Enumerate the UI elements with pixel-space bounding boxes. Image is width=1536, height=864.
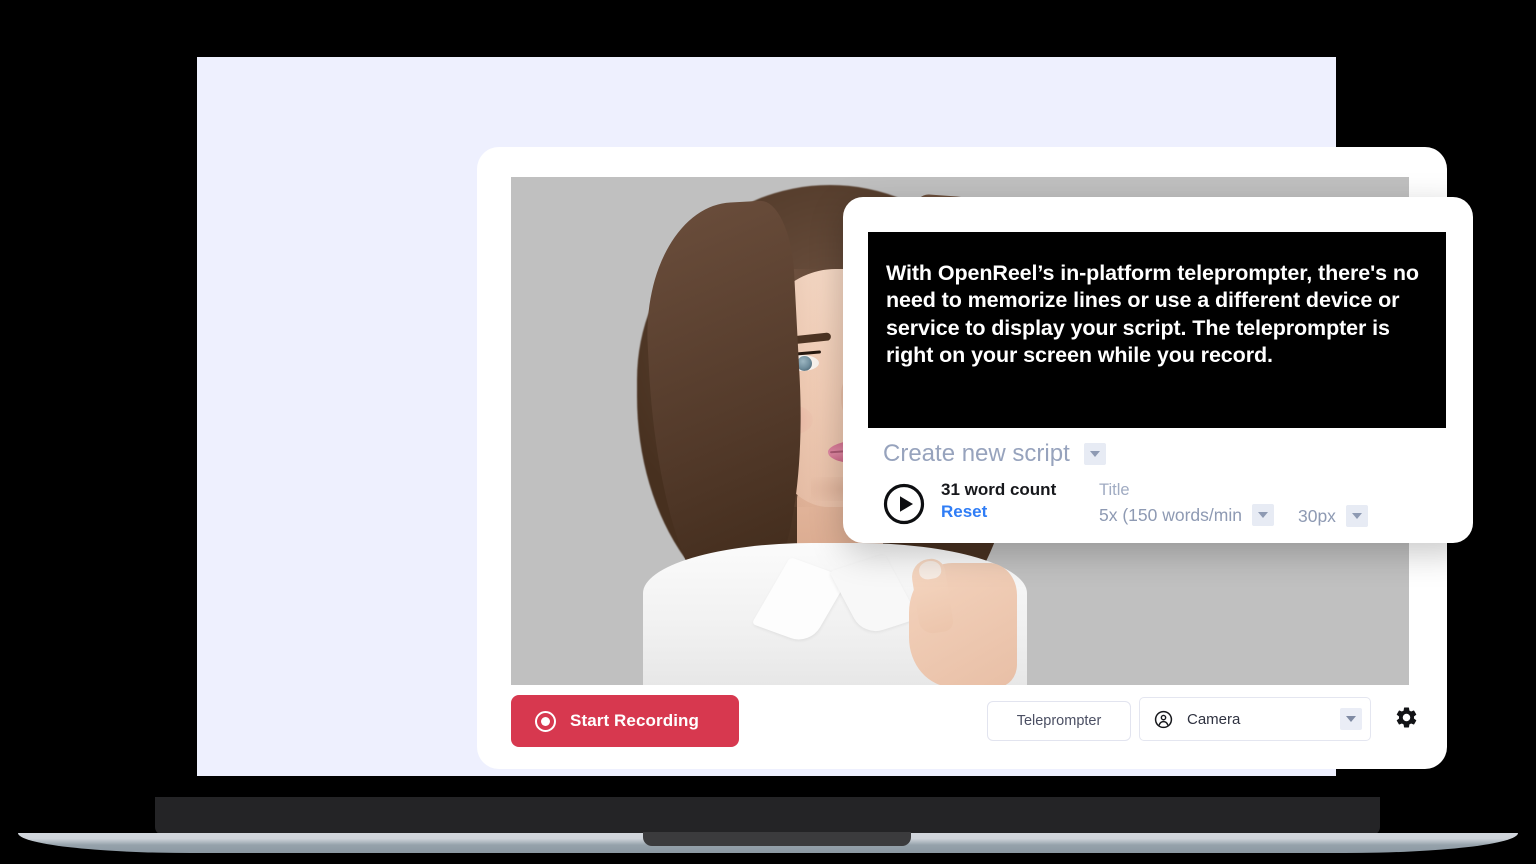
speed-select-block: Title 5x (150 words/min — [1099, 479, 1274, 527]
reset-link[interactable]: Reset — [941, 501, 1091, 523]
teleprompter-panel: With OpenReel’s in-platform teleprompter… — [843, 197, 1473, 543]
speed-select-chevron-down-icon[interactable] — [1251, 504, 1274, 527]
settings-gear-button[interactable] — [1389, 703, 1423, 737]
camera-select-value: Camera — [1187, 710, 1241, 728]
start-recording-label: Start Recording — [570, 711, 700, 730]
script-selector-row: Create new script — [883, 440, 1106, 468]
speed-select-value: 5x (150 words/min — [1099, 504, 1242, 525]
font-size-value: 30px — [1297, 505, 1336, 526]
caret-triangle — [1346, 716, 1356, 722]
chevron-down-icon[interactable] — [1340, 708, 1362, 730]
caret-triangle — [1257, 512, 1268, 519]
iris-left — [797, 356, 812, 371]
word-count-label: 31 word count — [941, 480, 1057, 499]
screenshot-stage: Start Recording Teleprompter Camera With… — [0, 0, 1536, 864]
caret-triangle — [1089, 451, 1100, 457]
font-size-select[interactable]: 30px — [1298, 505, 1368, 527]
account-circle-icon — [1154, 710, 1173, 729]
start-recording-button[interactable]: Start Recording — [511, 695, 739, 747]
camera-source-select[interactable]: Camera — [1139, 697, 1371, 741]
gear-icon — [1394, 705, 1419, 735]
laptop-hinge-bar — [155, 797, 1380, 835]
play-circle-icon[interactable] — [883, 483, 925, 525]
teleprompter-button-label: Teleprompter — [1016, 713, 1102, 729]
record-circle-icon — [535, 710, 556, 732]
font-size-chevron-down-icon[interactable] — [1345, 505, 1368, 527]
script-select-value: Create new script — [883, 440, 1070, 467]
speed-select[interactable]: 5x (150 words/min — [1099, 504, 1274, 527]
word-count-block: 31 word count Reset — [941, 479, 1091, 524]
laptop-trackpad-notch — [643, 832, 911, 846]
teleprompter-button[interactable]: Teleprompter — [987, 701, 1131, 741]
script-select-chevron-down-icon[interactable] — [1083, 443, 1106, 465]
caret-triangle — [1351, 513, 1362, 519]
teleprompter-script-text: With OpenReel’s in-platform teleprompter… — [886, 261, 1419, 367]
speed-field-title: Title — [1099, 481, 1130, 499]
teleprompter-script-display[interactable]: With OpenReel’s in-platform teleprompter… — [868, 232, 1446, 428]
teleprompter-controls-row: 31 word count Reset Title 5x (150 words/… — [883, 479, 1368, 527]
